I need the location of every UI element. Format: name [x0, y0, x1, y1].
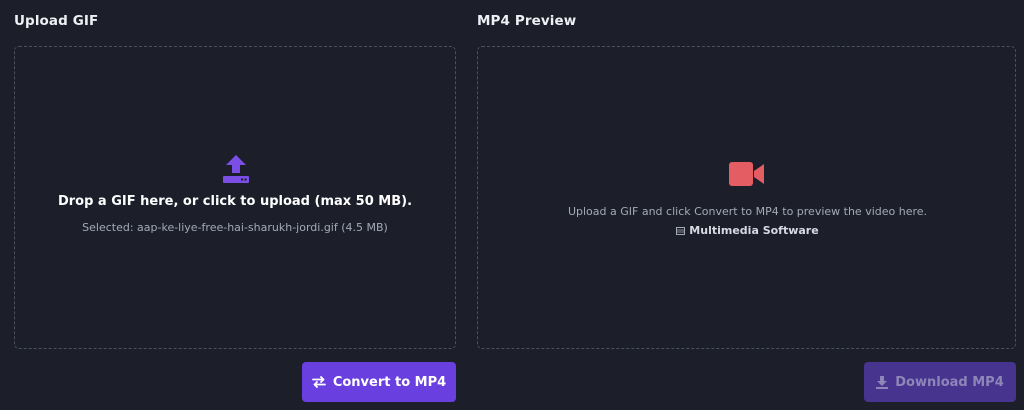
multimedia-software-label: Multimedia Software: [689, 224, 819, 237]
preview-placeholder: Upload a GIF and click Convert to MP4 to…: [548, 202, 947, 241]
video-camera-icon: [729, 162, 764, 186]
multimedia-software-link[interactable]: Multimedia Software: [676, 221, 819, 240]
download-mp4-button[interactable]: Download MP4: [864, 362, 1016, 402]
dropzone-instructions: Drop a GIF here, or click to upload (max…: [57, 194, 413, 209]
download-icon: [876, 375, 889, 389]
swap-arrows-icon: [311, 376, 326, 388]
preview-section-title: MP4 Preview: [477, 13, 577, 29]
preview-placeholder-text: Upload a GIF and click Convert to MP4 to…: [567, 205, 928, 218]
selected-file-info: Selected: aap-ke-liye-free-hai-sharukh-j…: [82, 221, 388, 234]
mp4-preview-area: Upload a GIF and click Convert to MP4 to…: [477, 46, 1016, 349]
convert-button-label: Convert to MP4: [332, 374, 447, 390]
upload-section-title: Upload GIF: [14, 13, 99, 29]
convert-to-mp4-button[interactable]: Convert to MP4: [302, 362, 456, 402]
upload-icon: [223, 155, 249, 183]
gif-dropzone[interactable]: Drop a GIF here, or click to upload (max…: [14, 46, 456, 349]
grid-icon: [676, 226, 686, 235]
download-button-label: Download MP4: [895, 374, 1004, 390]
